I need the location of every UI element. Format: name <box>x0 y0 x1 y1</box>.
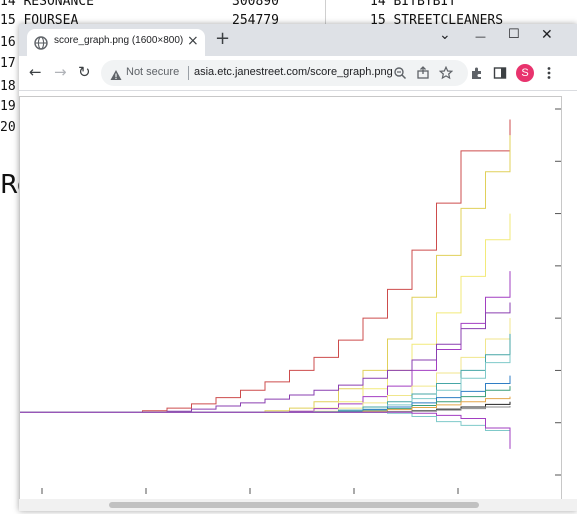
bg-row-right: 14 BITBYBIT <box>370 0 457 9</box>
url-text[interactable]: asia.etc.janestreet.com/score_graph.png <box>194 66 393 78</box>
profile-avatar[interactable]: S <box>516 64 534 82</box>
bg-row-name: 14 RESONANCE <box>0 0 94 9</box>
score-graph-chart: 1.69725x10⁹1.69726x10⁹1.69726x10⁹1.69726… <box>20 108 567 508</box>
browser-window: score_graph.png (1600×800) × + ⌄ — ☐ ✕ ←… <box>19 24 577 511</box>
back-button[interactable]: ← <box>29 64 42 80</box>
reload-button[interactable]: ↻ <box>78 64 91 80</box>
more-menu-icon[interactable] <box>546 65 552 84</box>
close-window-button[interactable]: ✕ <box>541 26 553 44</box>
tab-score-graph[interactable]: score_graph.png (1600×800) × <box>27 29 205 56</box>
bg-row: 19 <box>0 99 16 114</box>
side-panel-icon[interactable] <box>493 65 507 84</box>
address-bar[interactable]: Not secure asia.etc.janestreet.com/score… <box>101 60 468 86</box>
maximize-button[interactable]: ☐ <box>508 26 520 44</box>
series-line-13 <box>20 411 511 439</box>
score-graph-image: 1.69725x10⁹1.69726x10⁹1.69726x10⁹1.69726… <box>19 96 567 511</box>
bg-divider <box>325 0 326 24</box>
scrollbar-thumb[interactable] <box>109 502 479 508</box>
bg-row: 16 <box>0 35 16 50</box>
horizontal-scrollbar[interactable] <box>19 499 577 511</box>
title-bar[interactable]: score_graph.png (1600×800) × + ⌄ — ☐ ✕ <box>19 24 577 56</box>
tab-title: score_graph.png (1600×800) <box>54 35 184 46</box>
page-content: 1.69725x10⁹1.69726x10⁹1.69726x10⁹1.69726… <box>19 91 577 511</box>
bg-row-value: 300890 <box>232 0 279 9</box>
browser-toolbar: ← → ↻ Not secure asia.etc.janestreet.com… <box>19 56 577 91</box>
omnibox-separator <box>188 66 189 80</box>
share-icon[interactable] <box>416 65 430 84</box>
zoom-icon[interactable] <box>393 65 407 84</box>
tab-close-icon[interactable]: × <box>187 33 199 49</box>
bg-row: 20 <box>0 120 16 135</box>
bookmark-star-icon[interactable] <box>438 65 454 84</box>
minimize-button[interactable]: — <box>475 28 486 46</box>
bg-row: 18 <box>0 79 16 94</box>
bg-row: 17 <box>0 56 16 71</box>
security-label[interactable]: Not secure <box>126 66 179 78</box>
forward-button[interactable]: → <box>54 64 67 80</box>
warning-icon[interactable] <box>110 66 122 85</box>
globe-icon <box>34 35 48 50</box>
extensions-icon[interactable] <box>470 65 484 84</box>
bg-row: 14 RESONANCE <box>0 0 94 9</box>
new-tab-button[interactable]: + <box>215 29 230 49</box>
tab-search-icon[interactable]: ⌄ <box>439 26 451 44</box>
